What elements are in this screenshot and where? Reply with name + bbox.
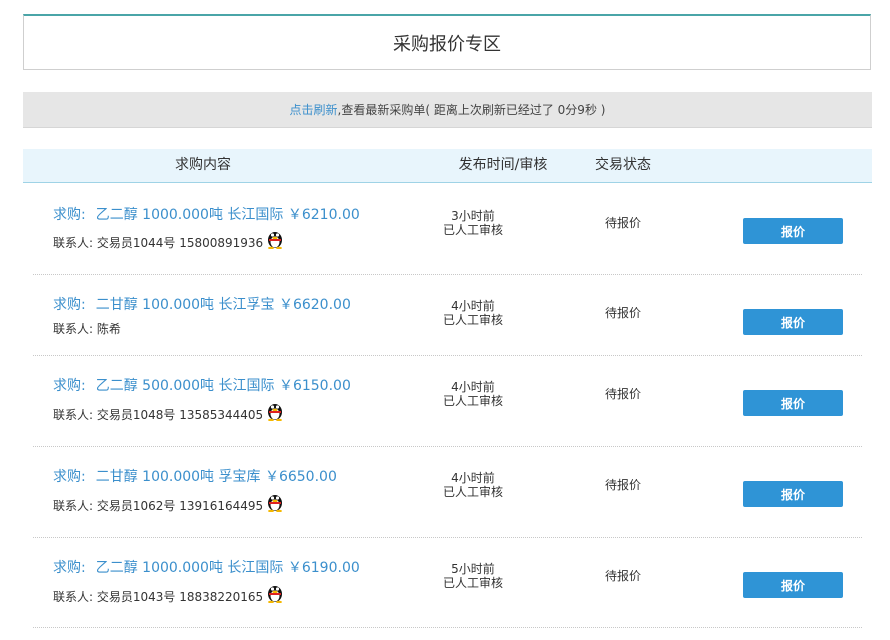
table-row: 求购: 乙二醇 1000.000吨 长江国际 ￥6190.00 联系人: 交易员1… [33, 538, 862, 628]
refresh-info: ,查看最新采购单( 距离上次刷新已经过了 0分9秒 ) [337, 103, 606, 117]
contact-line: 联系人: 交易员1048号 13585344405 [53, 403, 284, 423]
request-product: 乙二醇 500.000吨 长江国际 ￥6150.00 [95, 378, 351, 394]
review-status: 已人工审核 [442, 576, 503, 590]
contact-text: 联系人: 陈希 [53, 322, 121, 336]
table-row: 求购: 二甘醇 100.000吨 孚宝库 ￥6650.00 联系人: 交易员106… [33, 447, 862, 538]
time-ago: 3小时前 [451, 209, 495, 223]
table-row: 求购: 乙二醇 1000.000吨 长江国际 ￥6210.00 联系人: 交易员1… [33, 184, 862, 275]
quote-button[interactable]: 报价 [743, 572, 843, 598]
header-status: 交易状态 [595, 157, 651, 173]
refresh-link[interactable]: 点击刷新 [290, 101, 338, 118]
quote-button[interactable]: 报价 [743, 390, 843, 416]
trade-status: 待报价 [604, 216, 641, 230]
review-status: 已人工审核 [442, 313, 503, 327]
request-label: 求购: [53, 378, 86, 394]
request-label: 求购: [53, 560, 86, 576]
request-label: 求购: [53, 207, 86, 223]
trade-status: 待报价 [604, 387, 641, 401]
trade-status: 待报价 [604, 306, 641, 320]
contact-text: 联系人: 交易员1048号 13585344405 [53, 408, 264, 422]
qq-penguin-icon[interactable] [266, 229, 284, 250]
review-status: 已人工审核 [442, 485, 503, 499]
time-ago: 4小时前 [451, 299, 495, 313]
request-title[interactable]: 求购: 乙二醇 1000.000吨 长江国际 ￥6190.00 [53, 557, 360, 577]
qq-penguin-icon[interactable] [266, 492, 284, 513]
request-product: 二甘醇 100.000吨 长江孚宝 ￥6620.00 [95, 297, 351, 313]
request-title[interactable]: 求购: 二甘醇 100.000吨 孚宝库 ￥6650.00 [53, 466, 337, 486]
request-label: 求购: [53, 297, 86, 313]
publish-time: 4小时前 已人工审核 [423, 380, 523, 408]
contact-line: 联系人: 陈希 [53, 320, 121, 337]
table-row: 求购: 二甘醇 100.000吨 长江孚宝 ￥6620.00 联系人: 陈希 4小… [33, 275, 862, 356]
contact-line: 联系人: 交易员1044号 15800891936 [53, 231, 284, 251]
contact-line: 联系人: 交易员1062号 13916164495 [53, 494, 284, 514]
request-label: 求购: [53, 469, 86, 485]
qq-penguin-icon[interactable] [266, 401, 284, 422]
order-list: 求购: 乙二醇 1000.000吨 长江国际 ￥6210.00 联系人: 交易员1… [33, 184, 862, 628]
contact-text: 联系人: 交易员1044号 15800891936 [53, 236, 264, 250]
review-status: 已人工审核 [442, 394, 503, 408]
trade-status: 待报价 [604, 478, 641, 492]
page-title: 采购报价专区 [23, 14, 871, 70]
publish-time: 4小时前 已人工审核 [423, 471, 523, 499]
request-title[interactable]: 求购: 乙二醇 1000.000吨 长江国际 ￥6210.00 [53, 204, 360, 224]
quote-button[interactable]: 报价 [743, 481, 843, 507]
quote-button[interactable]: 报价 [743, 309, 843, 335]
request-title[interactable]: 求购: 乙二醇 500.000吨 长江国际 ￥6150.00 [53, 375, 351, 395]
table-row: 求购: 乙二醇 500.000吨 长江国际 ￥6150.00 联系人: 交易员10… [33, 356, 862, 447]
qq-penguin-icon[interactable] [266, 583, 284, 604]
contact-text: 联系人: 交易员1062号 13916164495 [53, 499, 264, 513]
time-ago: 5小时前 [451, 562, 495, 576]
review-status: 已人工审核 [442, 223, 503, 237]
publish-time: 3小时前 已人工审核 [423, 209, 523, 237]
header-content: 求购内容 [175, 157, 231, 173]
request-title[interactable]: 求购: 二甘醇 100.000吨 长江孚宝 ￥6620.00 [53, 294, 351, 314]
request-product: 乙二醇 1000.000吨 长江国际 ￥6190.00 [95, 560, 360, 576]
trade-status: 待报价 [604, 569, 641, 583]
refresh-bar: 点击刷新 ,查看最新采购单( 距离上次刷新已经过了 0分9秒 ) [23, 92, 872, 128]
request-product: 二甘醇 100.000吨 孚宝库 ￥6650.00 [95, 469, 337, 485]
publish-time: 4小时前 已人工审核 [423, 299, 523, 327]
quote-button[interactable]: 报价 [743, 218, 843, 244]
contact-text: 联系人: 交易员1043号 18838220165 [53, 590, 264, 604]
page-title-text: 采购报价专区 [393, 33, 501, 55]
time-ago: 4小时前 [451, 380, 495, 394]
publish-time: 5小时前 已人工审核 [423, 562, 523, 590]
request-product: 乙二醇 1000.000吨 长江国际 ￥6210.00 [95, 207, 360, 223]
table-header: 求购内容 发布时间/审核 交易状态 [23, 149, 872, 183]
time-ago: 4小时前 [451, 471, 495, 485]
contact-line: 联系人: 交易员1043号 18838220165 [53, 585, 284, 605]
